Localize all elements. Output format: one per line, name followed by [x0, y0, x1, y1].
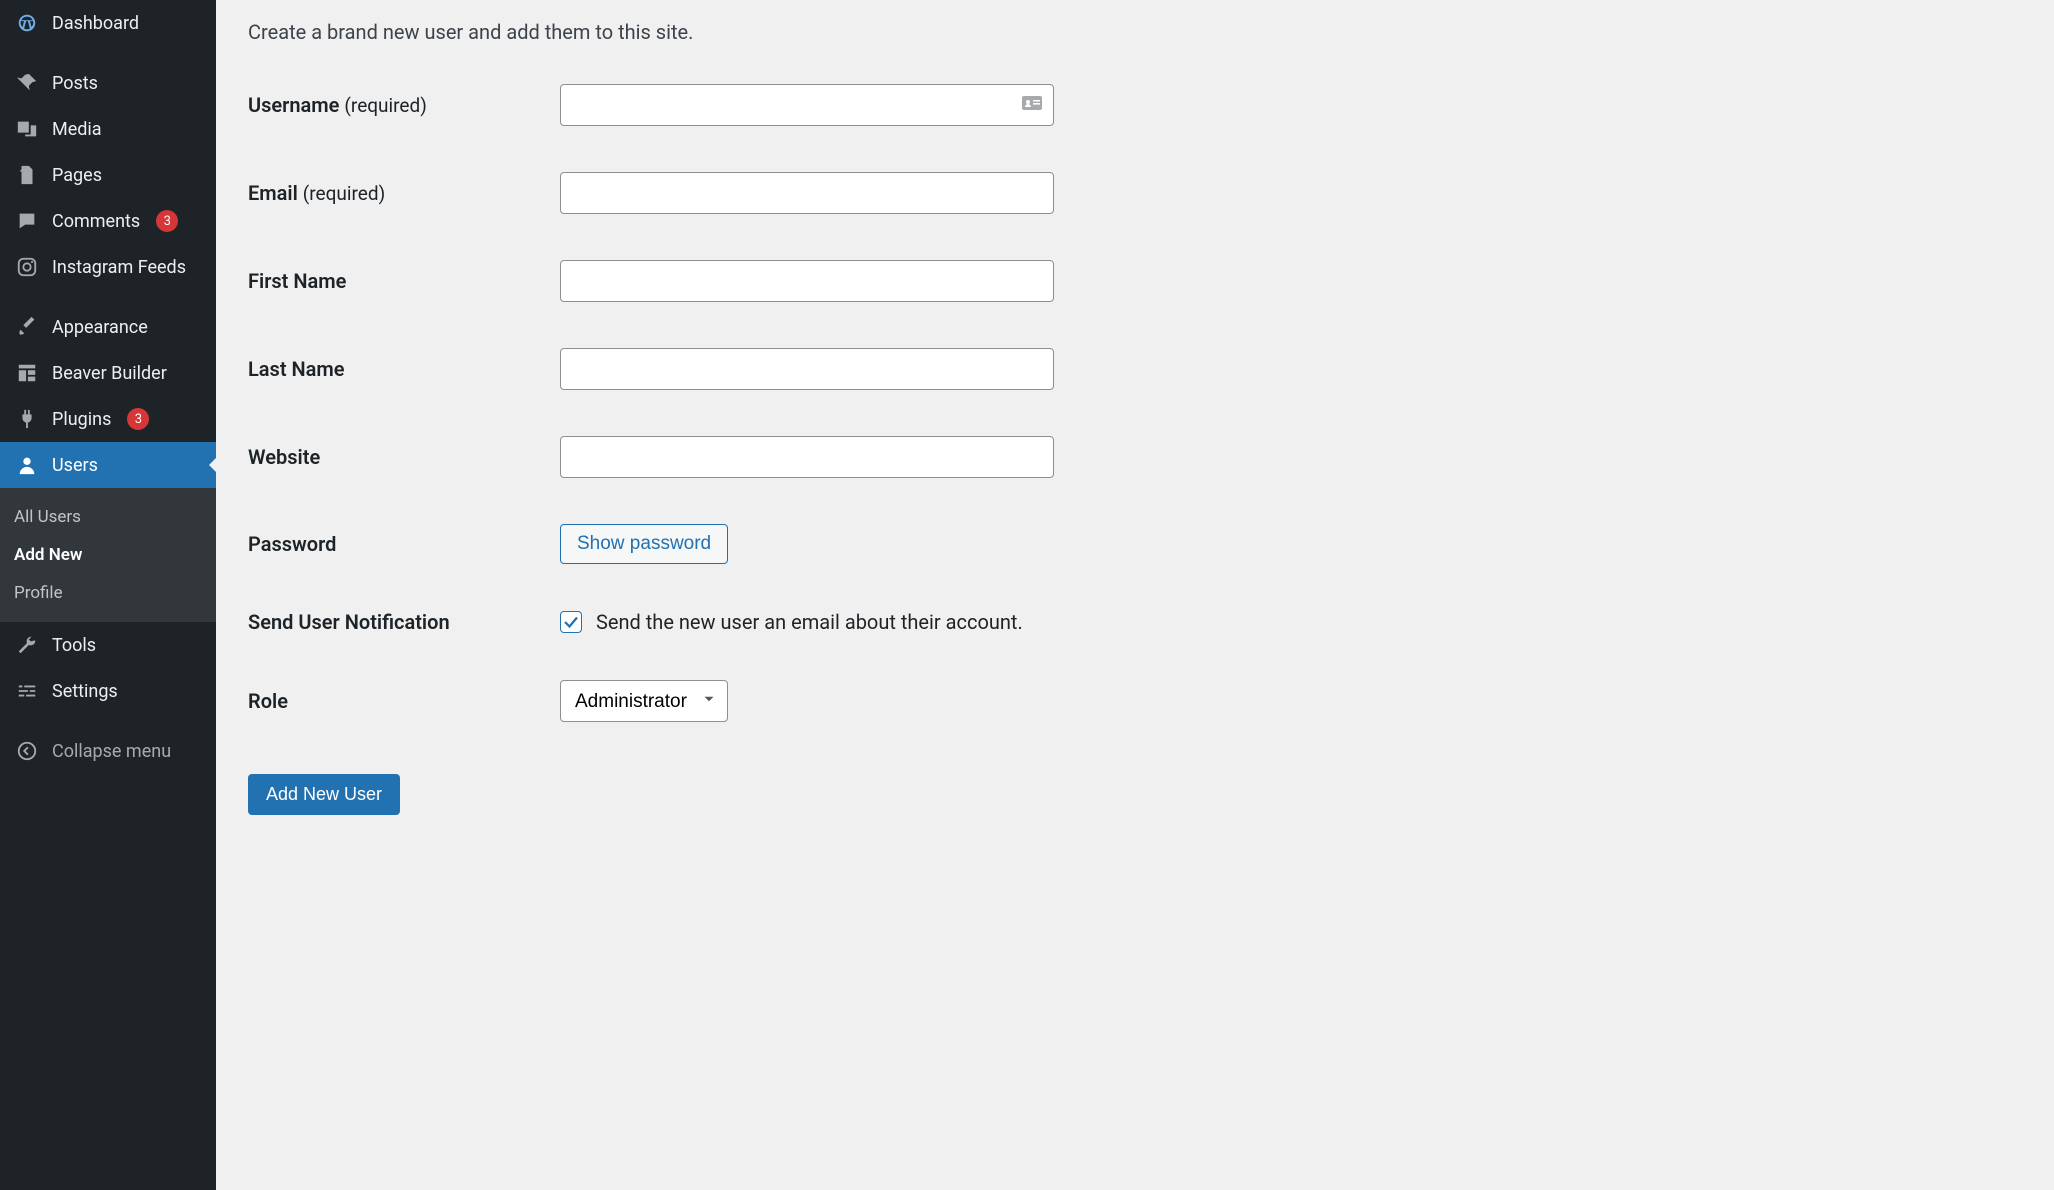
- sidebar-item-beaver[interactable]: Beaver Builder: [0, 350, 216, 396]
- sidebar-label: Plugins: [52, 409, 111, 430]
- username-input[interactable]: [560, 84, 1054, 126]
- row-email: Email (required): [248, 172, 2022, 214]
- sidebar-item-appearance[interactable]: Appearance: [0, 304, 216, 350]
- sidebar-label: Appearance: [52, 317, 148, 338]
- dashboard-icon: [14, 12, 40, 34]
- sliders-icon: [14, 680, 40, 702]
- wrench-icon: [14, 634, 40, 656]
- sidebar-item-posts[interactable]: Posts: [0, 60, 216, 106]
- sidebar-item-settings[interactable]: Settings: [0, 668, 216, 714]
- role-select-wrap: Administrator: [560, 680, 728, 722]
- sidebar-item-plugins[interactable]: Plugins 3: [0, 396, 216, 442]
- sidebar-collapse[interactable]: Collapse menu: [0, 728, 216, 774]
- plug-icon: [14, 408, 40, 430]
- row-website: Website: [248, 436, 2022, 478]
- comments-icon: [14, 210, 40, 232]
- pin-icon: [14, 72, 40, 94]
- label-email: Email (required): [248, 181, 560, 205]
- users-submenu: All Users Add New Profile: [0, 488, 216, 622]
- row-notify: Send User Notification Send the new user…: [248, 610, 2022, 634]
- label-required: (required): [344, 94, 426, 117]
- label-role: Role: [248, 689, 560, 713]
- brush-icon: [14, 316, 40, 338]
- row-password: Password Show password: [248, 524, 2022, 564]
- submenu-item-all-users[interactable]: All Users: [0, 498, 216, 536]
- show-password-button[interactable]: Show password: [560, 524, 728, 564]
- username-input-wrap: [560, 84, 1054, 126]
- sidebar-separator: [0, 290, 216, 304]
- sidebar-item-pages[interactable]: Pages: [0, 152, 216, 198]
- sidebar-item-comments[interactable]: Comments 3: [0, 198, 216, 244]
- label-text: Username: [248, 93, 339, 117]
- row-username: Username (required): [248, 84, 2022, 126]
- submenu-item-add-new[interactable]: Add New: [0, 536, 216, 574]
- label-notify: Send User Notification: [248, 610, 560, 634]
- add-user-button[interactable]: Add New User: [248, 774, 400, 815]
- last-name-input[interactable]: [560, 348, 1054, 390]
- notify-checkbox-row: Send the new user an email about their a…: [560, 610, 1023, 634]
- id-card-icon: [1020, 91, 1044, 119]
- layout-icon: [14, 362, 40, 384]
- email-input[interactable]: [560, 172, 1054, 214]
- sidebar-label: Beaver Builder: [52, 363, 167, 384]
- row-role: Role Administrator: [248, 680, 2022, 722]
- user-icon: [14, 454, 40, 476]
- sidebar-item-tools[interactable]: Tools: [0, 622, 216, 668]
- submenu-item-profile[interactable]: Profile: [0, 574, 216, 612]
- sidebar-label: Users: [52, 455, 98, 476]
- sidebar-separator: [0, 46, 216, 60]
- sidebar-label: Collapse menu: [52, 741, 171, 762]
- label-last-name: Last Name: [248, 357, 560, 381]
- pages-icon: [14, 164, 40, 186]
- check-icon: [562, 613, 580, 631]
- page-intro: Create a brand new user and add them to …: [248, 20, 2022, 44]
- sidebar-label: Posts: [52, 73, 98, 94]
- sidebar-item-media[interactable]: Media: [0, 106, 216, 152]
- sidebar-separator: [0, 714, 216, 728]
- label-text: Email: [248, 181, 298, 205]
- sidebar-label: Comments: [52, 211, 140, 232]
- sidebar-item-instagram[interactable]: Instagram Feeds: [0, 244, 216, 290]
- row-first-name: First Name: [248, 260, 2022, 302]
- label-required: (required): [303, 182, 385, 205]
- instagram-icon: [14, 256, 40, 278]
- sidebar-label: Dashboard: [52, 13, 139, 34]
- collapse-icon: [14, 740, 40, 762]
- sidebar-label: Settings: [52, 681, 118, 702]
- sidebar-label: Pages: [52, 165, 102, 186]
- sidebar-label: Instagram Feeds: [52, 257, 186, 278]
- label-username: Username (required): [248, 93, 560, 117]
- sidebar-label: Tools: [52, 635, 96, 656]
- notify-checkbox[interactable]: [560, 611, 582, 633]
- row-last-name: Last Name: [248, 348, 2022, 390]
- media-icon: [14, 118, 40, 140]
- sidebar-label: Media: [52, 119, 102, 140]
- first-name-input[interactable]: [560, 260, 1054, 302]
- notify-checkbox-label: Send the new user an email about their a…: [596, 610, 1023, 634]
- admin-sidebar: Dashboard Posts Media Pages Comments 3 I…: [0, 0, 216, 1190]
- sidebar-item-users[interactable]: Users: [0, 442, 216, 488]
- main-content: Create a brand new user and add them to …: [216, 0, 2054, 1190]
- sidebar-item-dashboard[interactable]: Dashboard: [0, 0, 216, 46]
- website-input[interactable]: [560, 436, 1054, 478]
- comments-badge: 3: [156, 210, 178, 232]
- plugins-badge: 3: [127, 408, 149, 430]
- label-password: Password: [248, 532, 560, 556]
- role-select[interactable]: Administrator: [560, 680, 728, 722]
- label-first-name: First Name: [248, 269, 560, 293]
- label-website: Website: [248, 445, 560, 469]
